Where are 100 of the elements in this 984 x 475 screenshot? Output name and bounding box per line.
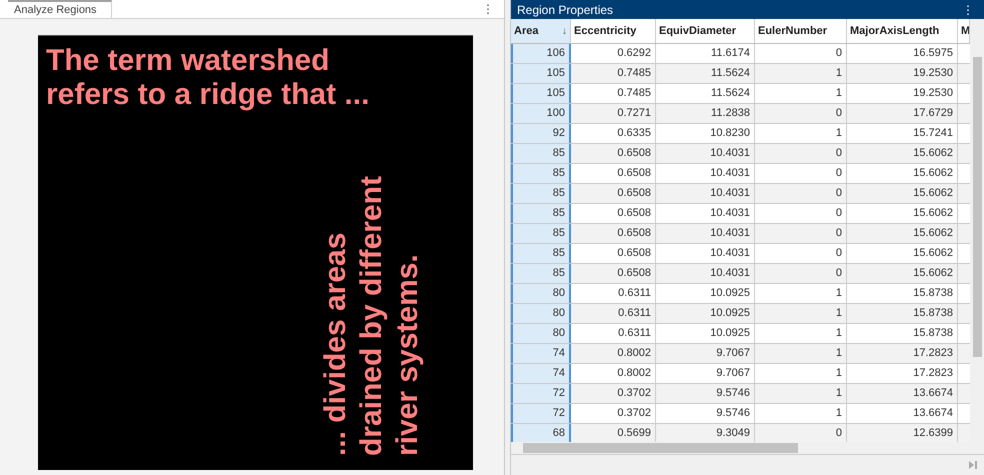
table-cell: 0.6508 — [571, 264, 656, 283]
table-cell: 13.6674 — [847, 404, 958, 423]
table-cell: 68 — [511, 424, 571, 442]
table-cell: 0.6508 — [571, 144, 656, 163]
table-cell: 15.6062 — [847, 144, 958, 163]
table-cell: 0 — [755, 144, 847, 163]
table-cell: 92 — [511, 124, 571, 143]
table-cell: 15.6062 — [847, 264, 958, 283]
column-label: EquivDiameter — [659, 25, 736, 37]
table-cell: 0.6335 — [571, 124, 656, 143]
table-cell: 10.8230 — [656, 124, 755, 143]
table-cell: 85 — [511, 144, 571, 163]
table-cell: 16.5975 — [847, 44, 958, 63]
table-cell: 0 — [755, 184, 847, 203]
tab[interactable]: Analyze Regions — [8, 0, 112, 18]
menu-icon[interactable]: ⋮ — [952, 2, 984, 16]
table-cell: 10.4031 — [656, 144, 755, 163]
vertical-image-text: drained by different — [355, 176, 389, 456]
table-cell: 10.4031 — [656, 204, 755, 223]
vertical-image-text: ... divides areas — [319, 232, 353, 456]
table-cell: 11.5624 — [656, 64, 755, 83]
table-cell: 0.6508 — [571, 184, 656, 203]
table-cell: 80 — [511, 304, 571, 323]
table-cell: 0 — [755, 164, 847, 183]
table-cell: 0.7485 — [571, 84, 656, 103]
table-cell: 15.6062 — [847, 164, 958, 183]
panel-title: Region Properties — [517, 2, 614, 16]
vertical-image-text: river systems. — [391, 253, 425, 456]
table-cell: 85 — [511, 264, 571, 283]
table-cell: 1 — [755, 364, 847, 383]
table-cell: 85 — [511, 184, 571, 203]
table-cell: 19.2530 — [847, 64, 958, 83]
table-cell: 85 — [511, 164, 571, 183]
table-cell: 0 — [755, 244, 847, 263]
table-cell: 13.6674 — [847, 384, 958, 403]
table-cell: 0 — [755, 44, 847, 63]
table-cell: 74 — [511, 364, 571, 383]
table-cell: 85 — [511, 244, 571, 263]
table-cell: 17.6729 — [847, 104, 958, 123]
horizontal-scrollbar[interactable] — [511, 442, 984, 454]
table-cell: 1 — [755, 64, 847, 83]
column-label: Eccentricity — [574, 25, 636, 37]
table-cell: 1 — [755, 304, 847, 323]
table-cell: 10.0925 — [656, 324, 755, 343]
table-cell: 15.8738 — [847, 324, 958, 343]
table-cell: 1 — [755, 124, 847, 143]
table-cell: 17.2823 — [847, 344, 958, 363]
table-cell: 10.4031 — [656, 164, 755, 183]
table-cell: 0.6508 — [571, 244, 656, 263]
table-cell: 0.6311 — [571, 304, 656, 323]
table-cell: 10.0925 — [656, 304, 755, 323]
table-cell: 19.2530 — [847, 84, 958, 103]
table-cell: 11.6174 — [656, 44, 755, 63]
table-cell: 9.7067 — [656, 344, 755, 363]
table-cell: 0 — [755, 264, 847, 283]
table-cell: 0 — [755, 104, 847, 123]
table-cell: 0.8002 — [571, 344, 656, 363]
table-cell: 106 — [511, 44, 571, 63]
table-cell: 0.7271 — [571, 104, 656, 123]
table-cell: 0.8002 — [571, 364, 656, 383]
table-cell: 85 — [511, 204, 571, 223]
column-header[interactable]: Area ↓ — [511, 19, 571, 43]
table-cell: 15.6062 — [847, 204, 958, 223]
table-cell: 10.0925 — [656, 284, 755, 303]
table-cell: 15.6062 — [847, 224, 958, 243]
table-cell: 72 — [511, 384, 571, 403]
table-cell: 0 — [755, 224, 847, 243]
table-cell: 80 — [511, 284, 571, 303]
column-label: EulerNumber — [758, 25, 828, 37]
skip-to-end-icon[interactable] — [968, 460, 978, 470]
table-cell: 105 — [511, 84, 571, 103]
table-cell: 105 — [511, 64, 571, 83]
image-text: The term watershed — [46, 44, 330, 78]
table-cell: 0.6311 — [571, 284, 656, 303]
table-cell: 100 — [511, 104, 571, 123]
table-cell: 74 — [511, 344, 571, 363]
table-cell: 0.3702 — [571, 404, 656, 423]
table-cell: 0.6508 — [571, 204, 656, 223]
table-cell: 0.6292 — [571, 44, 656, 63]
table-cell: 0.6508 — [571, 164, 656, 183]
table-cell: 0 — [755, 204, 847, 223]
table-cell: 0.7485 — [571, 64, 656, 83]
table-cell: 0.6508 — [571, 224, 656, 243]
table-cell: 1 — [755, 324, 847, 343]
column-label: MajorAxisLength — [850, 25, 940, 37]
table-cell: 15.8738 — [847, 304, 958, 323]
table-cell: 10.4031 — [656, 264, 755, 283]
table-cell: 11.5624 — [656, 84, 755, 103]
table-cell: 85 — [511, 224, 571, 243]
table-cell: 11.2838 — [656, 104, 755, 123]
table-cell: 15.7241 — [847, 124, 958, 143]
table-cell: 15.6062 — [847, 184, 958, 203]
table-cell: 9.5746 — [656, 384, 755, 403]
vertical-scrollbar[interactable] — [970, 19, 984, 442]
table-cell: 15.6062 — [847, 244, 958, 263]
table-cell: 0.3702 — [571, 384, 656, 403]
table-cell: 1 — [755, 344, 847, 363]
column-label: Area — [514, 25, 538, 37]
table-cell: 80 — [511, 324, 571, 343]
menu-icon[interactable]: ⋮ — [472, 0, 504, 18]
